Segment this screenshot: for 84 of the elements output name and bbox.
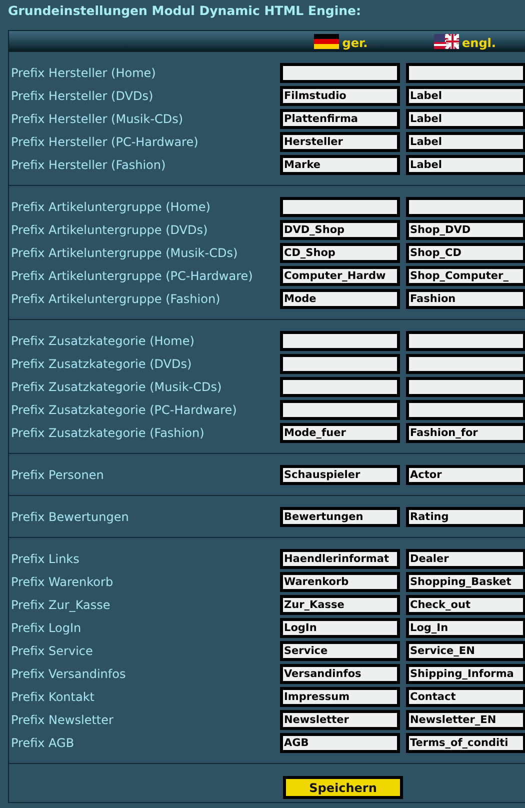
input-field[interactable]: Label bbox=[406, 86, 525, 106]
input-field[interactable] bbox=[406, 354, 525, 374]
input-field[interactable]: Contact bbox=[406, 687, 525, 707]
input-field[interactable]: LogIn bbox=[280, 618, 400, 638]
field-label: Prefix Artikeluntergruppe (Musik-CDs) bbox=[10, 246, 239, 260]
input-field[interactable] bbox=[280, 354, 400, 374]
input-field[interactable]: Zur_Kasse bbox=[280, 595, 400, 615]
input-field[interactable]: CD_Shop bbox=[280, 243, 400, 263]
input-field[interactable] bbox=[280, 197, 400, 217]
page-title: Grundeinstellungen Modul Dynamic HTML Engine: bbox=[8, 2, 362, 20]
input-field[interactable]: Hersteller bbox=[280, 132, 400, 152]
input-field[interactable]: Newsletter bbox=[280, 710, 400, 730]
field-label: Prefix Zusatzkategorie (PC-Hardware) bbox=[10, 403, 238, 417]
field-label: Prefix Links bbox=[10, 552, 80, 566]
input-field[interactable]: Terms_of_conditi bbox=[406, 733, 525, 753]
german-flag-icon bbox=[314, 34, 340, 49]
input-field[interactable]: Plattenfirma bbox=[280, 109, 400, 129]
field-label: Prefix LogIn bbox=[10, 621, 82, 635]
field-label: Prefix Artikeluntergruppe (PC-Hardware) bbox=[10, 269, 254, 283]
input-field[interactable]: Shipping_Informa bbox=[406, 664, 525, 684]
input-field[interactable]: Bewertungen bbox=[280, 507, 400, 527]
field-label: Prefix Service bbox=[10, 644, 94, 658]
input-field[interactable]: Shop_Computer_ bbox=[406, 266, 525, 286]
input-field[interactable]: Rating bbox=[406, 507, 525, 527]
flag-icon bbox=[434, 34, 460, 49]
field-label: Prefix Artikeluntergruppe (Fashion) bbox=[10, 292, 222, 306]
input-field[interactable]: Mode bbox=[280, 289, 400, 309]
field-label: Prefix Zusatzkategorie (Musik-CDs) bbox=[10, 380, 223, 394]
field-label: Prefix Warenkorb bbox=[10, 575, 114, 589]
input-field[interactable] bbox=[406, 63, 525, 83]
input-field[interactable]: Actor bbox=[406, 465, 525, 485]
field-label: Prefix Hersteller (PC-Hardware) bbox=[10, 135, 200, 149]
input-field[interactable]: Fashion_for bbox=[406, 423, 525, 443]
input-field[interactable] bbox=[280, 331, 400, 351]
input-field[interactable] bbox=[280, 377, 400, 397]
input-field[interactable]: DVD_Shop bbox=[280, 220, 400, 240]
input-field[interactable]: Newsletter_EN bbox=[406, 710, 525, 730]
input-field[interactable] bbox=[406, 377, 525, 397]
input-field[interactable]: Label bbox=[406, 132, 525, 152]
field-label: Prefix Zur_Kasse bbox=[10, 598, 112, 612]
input-field[interactable]: Shop_DVD bbox=[406, 220, 525, 240]
field-label: Prefix AGB bbox=[10, 736, 76, 750]
input-field[interactable]: Mode_fuer bbox=[280, 423, 400, 443]
field-label: Prefix Zusatzkategorie (Fashion) bbox=[10, 426, 206, 440]
field-label: Prefix Artikeluntergruppe (DVDs) bbox=[10, 223, 209, 237]
field-label: Prefix Zusatzkategorie (DVDs) bbox=[10, 357, 193, 371]
input-field[interactable]: Service_EN bbox=[406, 641, 525, 661]
input-field[interactable]: Marke bbox=[280, 155, 400, 175]
input-field[interactable] bbox=[406, 197, 525, 217]
field-label: Prefix Personen bbox=[10, 468, 105, 482]
input-field[interactable]: Dealer bbox=[406, 549, 525, 569]
field-label: Prefix Newsletter bbox=[10, 713, 114, 727]
input-field[interactable]: Log_In bbox=[406, 618, 525, 638]
input-field[interactable]: Shopping_Basket bbox=[406, 572, 525, 592]
field-label: Prefix Bewertungen bbox=[10, 510, 130, 524]
column-label: engl. bbox=[462, 37, 496, 50]
save-button[interactable]: Speichern bbox=[283, 776, 403, 799]
input-field[interactable]: Shop_CD bbox=[406, 243, 525, 263]
input-field[interactable] bbox=[406, 400, 525, 420]
input-field[interactable]: Haendlerinformat bbox=[280, 549, 400, 569]
input-field[interactable]: AGB bbox=[280, 733, 400, 753]
input-field[interactable]: Label bbox=[406, 109, 525, 129]
input-field[interactable] bbox=[406, 331, 525, 351]
input-field[interactable]: Versandinfos bbox=[280, 664, 400, 684]
field-label: Prefix Hersteller (Home) bbox=[10, 66, 157, 80]
field-label: Prefix Zusatzkategorie (Home) bbox=[10, 334, 196, 348]
input-field[interactable] bbox=[280, 63, 400, 83]
input-field[interactable]: Schauspieler bbox=[280, 465, 400, 485]
input-field[interactable] bbox=[280, 400, 400, 420]
input-field[interactable]: Fashion bbox=[406, 289, 525, 309]
input-field[interactable]: Computer_Hardw bbox=[280, 266, 400, 286]
field-label: Prefix Hersteller (Musik-CDs) bbox=[10, 112, 184, 126]
field-label: Prefix Hersteller (Fashion) bbox=[10, 158, 167, 172]
field-label: Prefix Artikeluntergruppe (Home) bbox=[10, 200, 212, 214]
field-label: Prefix Kontakt bbox=[10, 690, 96, 704]
input-field[interactable]: Check_out bbox=[406, 595, 525, 615]
column-label: ger. bbox=[342, 37, 368, 50]
input-field[interactable]: Impressum bbox=[280, 687, 400, 707]
input-field[interactable]: Label bbox=[406, 155, 525, 175]
input-field[interactable]: Filmstudio bbox=[280, 86, 400, 106]
field-label: Prefix Versandinfos bbox=[10, 667, 127, 681]
field-label: Prefix Hersteller (DVDs) bbox=[10, 89, 154, 103]
input-field[interactable]: Warenkorb bbox=[280, 572, 400, 592]
input-field[interactable]: Service bbox=[280, 641, 400, 661]
